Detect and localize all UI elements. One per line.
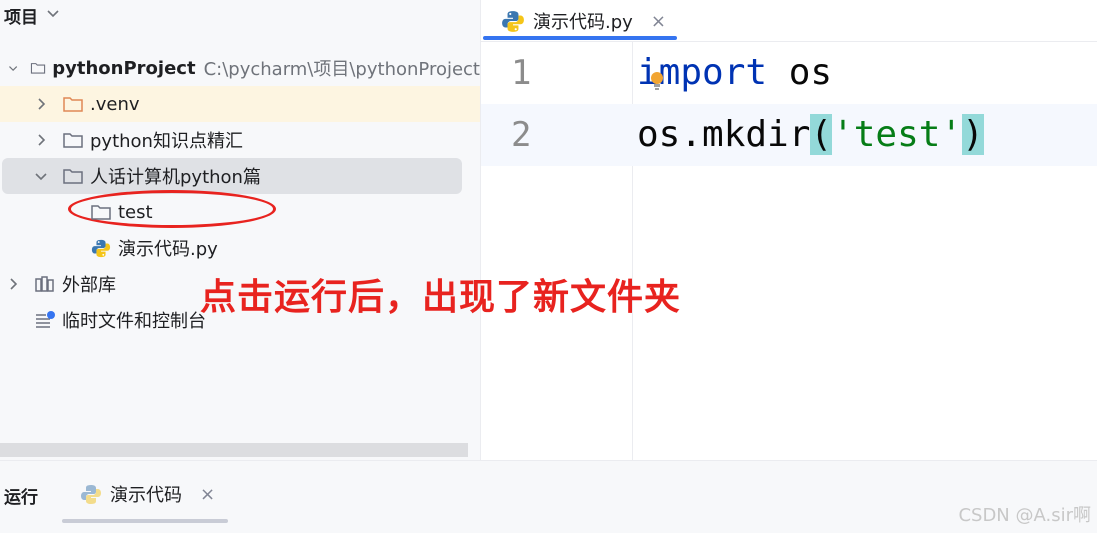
watermark: CSDN @A.sir啊: [958, 505, 1091, 526]
open-paren: (: [810, 114, 833, 155]
project-panel: 项目 pythonProject C:\pycharm\项目\pythonPro…: [0, 0, 480, 460]
python-file-icon: [91, 239, 111, 258]
tree-item-label: 人话计算机python篇: [90, 167, 261, 188]
folder-icon: [91, 205, 111, 220]
tree-item-renhua-python[interactable]: 人话计算机python篇: [0, 158, 480, 194]
tree-item-label: python知识点精汇: [90, 131, 243, 152]
code-token: os: [767, 52, 833, 93]
line-number: 2: [511, 115, 532, 155]
chevron-right-icon[interactable]: [6, 277, 20, 291]
line-number: 1: [511, 53, 532, 93]
lightbulb-icon[interactable]: [649, 70, 665, 92]
code-editor[interactable]: 演示代码.py × 1 import os 2 os.mkdir('test'): [480, 0, 1097, 460]
library-icon: [35, 276, 54, 292]
project-panel-title: 项目: [4, 7, 38, 28]
folder-icon: [63, 169, 83, 184]
run-tab-label: 演示代码: [110, 485, 182, 506]
tree-item-label: test: [118, 201, 153, 223]
code-text: import os: [637, 42, 832, 104]
chevron-right-icon[interactable]: [34, 97, 48, 111]
tree-item-label: .venv: [90, 93, 140, 115]
scratches-icon: [36, 311, 55, 328]
close-icon[interactable]: ×: [200, 484, 215, 505]
tree-item-demo-file[interactable]: 演示代码.py: [0, 230, 480, 266]
tree-item-pythonproject[interactable]: pythonProject C:\pycharm\项目\pythonProjec…: [0, 50, 480, 86]
chevron-down-icon[interactable]: [8, 61, 18, 75]
tree-item-python-knowledge[interactable]: python知识点精汇: [0, 122, 480, 158]
python-file-icon: [502, 11, 524, 32]
python-file-icon: [81, 485, 101, 504]
string-literal: 'test': [832, 114, 963, 155]
active-run-tab-indicator: [62, 519, 228, 523]
active-tab-indicator: [483, 36, 677, 40]
close-icon[interactable]: ×: [651, 11, 666, 32]
run-tool-window-bar: 运行 演示代码 ×: [0, 460, 1097, 533]
path-hint: C:\pycharm\项目\pythonProject: [203, 59, 480, 80]
tree-item-label: 外部库: [62, 275, 116, 296]
close-paren: ): [962, 114, 984, 155]
chevron-down-icon[interactable]: [34, 169, 48, 183]
tree-item-label: 临时文件和控制台: [62, 311, 206, 332]
folder-icon: [63, 97, 83, 112]
folder-icon: [31, 63, 46, 74]
tree-item-venv[interactable]: .venv: [0, 86, 480, 122]
horizontal-scrollbar[interactable]: [0, 443, 468, 457]
project-panel-header[interactable]: 项目: [0, 0, 60, 30]
code-text: os.mkdir('test'): [637, 104, 984, 166]
editor-tab-bar: 演示代码.py ×: [481, 0, 1097, 42]
chevron-down-icon[interactable]: [46, 6, 60, 20]
code-line-1[interactable]: 1 import os: [481, 42, 1097, 104]
tree-item-label: 演示代码.py: [118, 239, 218, 260]
run-label[interactable]: 运行: [4, 483, 38, 508]
tab-label: 演示代码.py: [533, 12, 633, 33]
chevron-right-icon[interactable]: [34, 133, 48, 147]
annotation-text: 点击运行后，出现了新文件夹: [200, 277, 682, 318]
code-token: os.mkdir: [637, 114, 811, 155]
tree-item-label: pythonProject: [52, 57, 196, 79]
folder-icon: [63, 133, 83, 148]
run-tab-demo[interactable]: 演示代码 ×: [80, 481, 215, 507]
code-line-2[interactable]: 2 os.mkdir('test'): [481, 104, 1097, 166]
